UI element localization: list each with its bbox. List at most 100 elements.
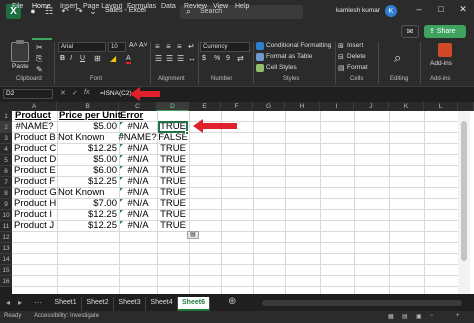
row-header[interactable]: 16 (0, 276, 12, 287)
number-format-dropdown[interactable]: Currency (200, 42, 250, 52)
format-cells-button[interactable]: Format (347, 64, 368, 71)
currency-format-button[interactable]: $ (202, 55, 206, 62)
error-indicator-icon[interactable] (120, 221, 123, 224)
vertical-scrollbar[interactable] (458, 111, 470, 294)
tab-data[interactable]: Data (161, 3, 176, 10)
sheet-tab-sheet6[interactable]: Sheet6 (178, 297, 210, 311)
paste-icon[interactable] (11, 40, 29, 62)
column-header-h[interactable]: H (285, 102, 320, 111)
error-indicator-icon[interactable] (120, 177, 123, 180)
column-header-l[interactable]: L (424, 102, 458, 111)
cell-d7[interactable]: TRUE (157, 176, 189, 187)
share-button[interactable]: ⇪ Share (424, 25, 466, 38)
percent-format-button[interactable]: % (214, 55, 220, 62)
sheet-tab-sheet1[interactable]: Sheet1 (50, 297, 82, 311)
error-indicator-icon[interactable] (120, 199, 123, 202)
font-color-button[interactable]: A (126, 55, 131, 64)
cell-a2[interactable]: #NAME? (12, 121, 57, 132)
cell-c6[interactable]: #N/A (119, 165, 157, 176)
cell-d10[interactable]: TRUE (157, 209, 189, 220)
increase-font-size-button[interactable]: A˄ (129, 42, 138, 49)
align-left-icon[interactable]: ☰ (155, 54, 162, 63)
quick-analysis-icon[interactable]: ▤ (187, 231, 199, 239)
cut-icon[interactable]: ✂ (36, 43, 43, 52)
add-ins-button[interactable]: Add-ins (430, 60, 452, 67)
font-size-dropdown[interactable]: 10 (108, 42, 126, 52)
maximize-icon[interactable]: □ (432, 4, 450, 18)
column-header-d[interactable]: D (157, 102, 189, 111)
cell-a1[interactable]: Product (15, 110, 51, 121)
cell-c4[interactable]: #N/A (119, 143, 157, 154)
scrollbar-thumb[interactable] (461, 121, 467, 261)
cell-c9[interactable]: #N/A (119, 198, 157, 209)
font-name-dropdown[interactable]: Arial (58, 42, 106, 52)
row-header[interactable]: 6 (0, 166, 12, 177)
cell-b4[interactable]: $12.25 (57, 143, 117, 154)
column-header-j[interactable]: J (354, 102, 389, 111)
tab-view[interactable]: View (213, 3, 228, 10)
next-sheet-icon[interactable]: ▸ (18, 298, 22, 307)
cell-c10[interactable]: #N/A (119, 209, 157, 220)
page-break-view-icon[interactable]: ▣ (416, 313, 422, 320)
row-header[interactable]: 12 (0, 232, 12, 243)
row-header[interactable]: 7 (0, 177, 12, 188)
cell-b11[interactable]: $12.25 (57, 220, 117, 231)
decrease-font-size-button[interactable]: A˅ (139, 42, 148, 49)
conditional-formatting-button[interactable]: Conditional Formatting (266, 42, 331, 49)
align-right-icon[interactable]: ☰ (177, 54, 184, 63)
align-top-icon[interactable]: ≡ (155, 42, 160, 51)
sheet-tab-sheet2[interactable]: Sheet2 (82, 297, 114, 311)
row-header[interactable]: 2 (0, 122, 12, 133)
error-indicator-icon[interactable] (120, 144, 123, 147)
cell-c5[interactable]: #N/A (119, 154, 157, 165)
cell-c3[interactable]: #NAME? (118, 132, 157, 143)
underline-button[interactable]: U (80, 55, 85, 62)
cell-a3[interactable]: Product B (14, 132, 56, 143)
cell-a5[interactable]: Product D (14, 154, 56, 165)
horizontal-scrollbar[interactable] (262, 300, 462, 306)
minimize-icon[interactable]: – (410, 4, 428, 18)
row-header[interactable]: 13 (0, 243, 12, 254)
tab-file[interactable]: File (12, 3, 23, 10)
error-indicator-icon[interactable] (120, 133, 123, 136)
cell-b8[interactable]: Not Known (58, 187, 104, 198)
cell-b2[interactable]: $5.00 (57, 121, 117, 132)
comments-icon[interactable]: ✉ (401, 25, 419, 38)
cell-d4[interactable]: TRUE (157, 143, 189, 154)
cell-a8[interactable]: Product G (14, 187, 57, 198)
row-header[interactable]: 1 (0, 111, 12, 122)
row-header[interactable]: 14 (0, 254, 12, 265)
error-indicator-icon[interactable] (120, 210, 123, 213)
zoom-out-icon[interactable]: − (430, 313, 434, 319)
cell-b3[interactable]: Not Known (58, 132, 104, 143)
tab-help[interactable]: Help (235, 3, 249, 10)
column-header-i[interactable]: I (320, 102, 354, 111)
format-painter-icon[interactable]: ✎ (36, 65, 43, 74)
error-indicator-icon[interactable] (120, 188, 123, 191)
name-box[interactable]: D2 (3, 89, 53, 99)
column-header-g[interactable]: G (253, 102, 285, 111)
row-header[interactable]: 5 (0, 155, 12, 166)
cell-d8[interactable]: TRUE (157, 187, 189, 198)
comma-format-button[interactable]: 9 (226, 55, 230, 62)
insert-cells-button[interactable]: Insert (347, 42, 363, 49)
bold-button[interactable]: B (60, 55, 65, 62)
cell-c11[interactable]: #N/A (119, 220, 157, 231)
select-all-corner[interactable] (0, 102, 12, 111)
cell-b5[interactable]: $5.00 (57, 154, 117, 165)
column-header-f[interactable]: F (221, 102, 253, 111)
row-header[interactable]: 10 (0, 210, 12, 221)
italic-button[interactable]: I (70, 55, 72, 62)
tab-insert[interactable]: Insert (60, 3, 78, 10)
error-indicator-icon[interactable] (120, 166, 123, 169)
cell-a7[interactable]: Product F (14, 176, 55, 187)
insert-function-icon[interactable]: fx (84, 89, 89, 96)
zoom-in-icon[interactable]: + (456, 313, 460, 319)
tab-review[interactable]: Review (184, 3, 207, 10)
fill-handle[interactable] (185, 131, 189, 135)
cell-d5[interactable]: TRUE (157, 154, 189, 165)
row-header[interactable]: 9 (0, 199, 12, 210)
add-ins-icon[interactable] (438, 43, 452, 57)
merge-center-icon[interactable]: ↔ (188, 54, 196, 63)
column-header-k[interactable]: K (389, 102, 424, 111)
